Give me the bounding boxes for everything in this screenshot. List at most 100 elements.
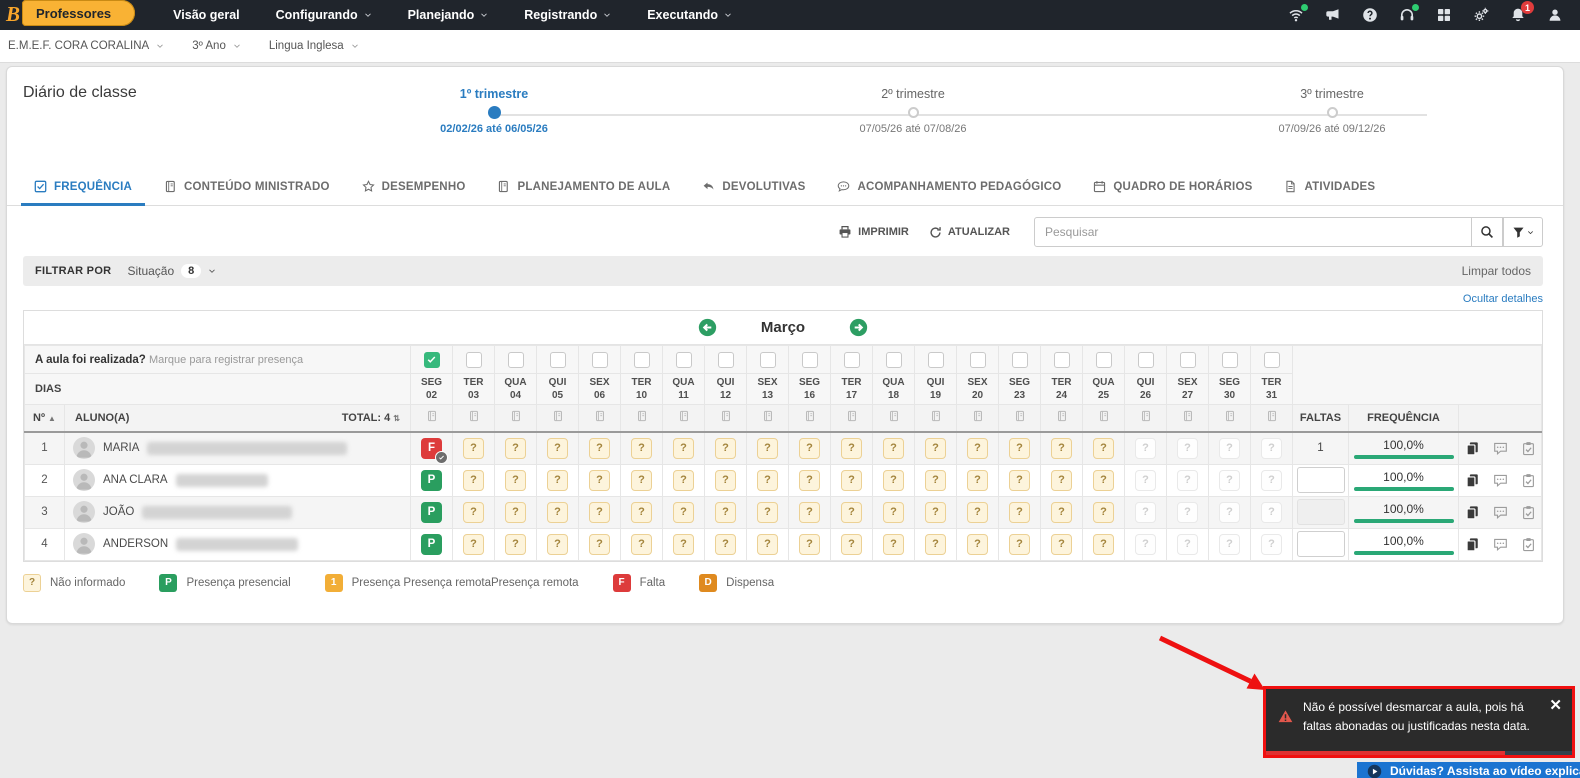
day-register-icon[interactable] [468,410,480,422]
class-held-checkbox-13[interactable] [759,351,776,368]
copy-icon[interactable] [1465,537,1480,552]
attendance-unknown-11[interactable]: ? [673,533,694,555]
class-held-checkbox-24[interactable] [1053,351,1070,368]
trimester-step-3[interactable]: 3º trimestre 07/09/26 até 09/12/26 [1202,87,1462,135]
tab-acompanhamento-pedagógico[interactable]: ACOMPANHAMENTO PEDAGÓGICO [824,170,1074,206]
attendance-unknown-12[interactable]: ? [715,533,736,555]
attendance-unknown-06[interactable]: ? [589,437,610,459]
menu-item-planejando[interactable]: Planejando [408,8,489,22]
attendance-unknown-13[interactable]: ? [757,533,778,555]
attendance-unknown-25[interactable]: ? [1093,469,1114,491]
day-register-icon[interactable] [510,410,522,422]
comment-icon[interactable] [1493,505,1508,520]
faltas-input[interactable] [1296,499,1345,525]
subject-select[interactable]: Lingua Inglesa [269,40,359,52]
copy-icon[interactable] [1465,441,1480,456]
headset-icon-button[interactable] [1398,4,1419,24]
day-register-icon[interactable] [678,410,690,422]
hide-details-link[interactable]: Ocultar detalhes [23,293,1543,305]
attendance-unknown-04[interactable]: ? [505,501,526,523]
day-register-icon[interactable] [1140,410,1152,422]
status-badge-F[interactable]: F [421,437,448,464]
attendance-unknown-12[interactable]: ? [715,469,736,491]
tab-frequência[interactable]: FREQUÊNCIA [21,170,146,206]
attendance-unknown-18[interactable]: ? [883,437,904,459]
copy-icon[interactable] [1465,473,1480,488]
status-badge-P[interactable]: P [421,501,442,523]
attendance-unknown-23[interactable]: ? [1009,437,1030,459]
day-register-icon[interactable] [552,410,564,422]
grade-select[interactable]: 3º Ano [192,40,241,52]
attendance-unknown-11[interactable]: ? [673,469,694,491]
search-button[interactable] [1472,217,1503,247]
attendance-unknown-12[interactable]: ? [715,437,736,459]
menu-item-registrando[interactable]: Registrando [524,8,611,22]
attendance-unknown-16[interactable]: ? [799,437,820,459]
faltas-input[interactable] [1296,467,1345,493]
total-sort[interactable]: TOTAL: 4 ⇅ [342,412,400,424]
attendance-unknown-19[interactable]: ? [925,469,946,491]
class-held-checkbox-31[interactable] [1263,351,1280,368]
attendance-unknown-19[interactable]: ? [925,501,946,523]
attendance-unknown-17[interactable]: ? [841,533,862,555]
refresh-button[interactable]: ATUALIZAR [929,226,1010,239]
tab-planejamento-de-aula[interactable]: PLANEJAMENTO DE AULA [484,170,683,206]
tab-quadro-de-horários[interactable]: QUADRO DE HORÁRIOS [1080,170,1265,206]
attendance-unknown-05[interactable]: ? [547,437,568,459]
day-register-icon[interactable] [1224,410,1236,422]
gears-icon-button[interactable] [1472,6,1490,24]
clipboard-check-icon[interactable] [1521,537,1536,552]
attendance-unknown-24[interactable]: ? [1051,533,1072,555]
print-button[interactable]: IMPRIMIR [838,225,909,239]
menu-item-vis-o-geral[interactable]: Visão geral [173,8,239,22]
day-register-icon[interactable] [1182,410,1194,422]
attendance-unknown-19[interactable]: ? [925,437,946,459]
attendance-unknown-17[interactable]: ? [841,437,862,459]
day-register-icon[interactable] [762,410,774,422]
school-select[interactable]: E.M.E.F. CORA CORALINA [8,40,164,52]
class-held-checkbox-02[interactable] [423,351,440,368]
attendance-unknown-04[interactable]: ? [505,533,526,555]
attendance-unknown-13[interactable]: ? [757,501,778,523]
user-icon-button[interactable] [1546,6,1564,24]
attendance-unknown-10[interactable]: ? [631,437,652,459]
attendance-unknown-25[interactable]: ? [1093,533,1114,555]
number-sort-header[interactable]: Nº ▲ [24,404,65,433]
copy-icon[interactable] [1465,505,1480,520]
class-held-checkbox-30[interactable] [1221,351,1238,368]
previous-month-button[interactable] [698,318,717,337]
class-held-checkbox-23[interactable] [1011,351,1028,368]
menu-item-executando[interactable]: Executando [647,8,732,22]
attendance-unknown-25[interactable]: ? [1093,501,1114,523]
attendance-unknown-23[interactable]: ? [1009,469,1030,491]
class-held-checkbox-27[interactable] [1179,351,1196,368]
attendance-unknown-17[interactable]: ? [841,501,862,523]
attendance-unknown-12[interactable]: ? [715,501,736,523]
attendance-unknown-20[interactable]: ? [967,501,988,523]
attendance-unknown-23[interactable]: ? [1009,501,1030,523]
help-video-banner[interactable]: Dúvidas? Assista ao vídeo explicativo [1357,762,1580,778]
comment-icon[interactable] [1493,473,1508,488]
attendance-unknown-05[interactable]: ? [547,533,568,555]
trimester-step-2[interactable]: 2º trimestre 07/05/26 até 07/08/26 [783,87,1043,135]
student-header[interactable]: ALUNO(A) TOTAL: 4 ⇅ [64,404,411,433]
attendance-unknown-25[interactable]: ? [1093,437,1114,459]
day-register-icon[interactable] [972,410,984,422]
day-register-icon[interactable] [804,410,816,422]
attendance-unknown-13[interactable]: ? [757,469,778,491]
help-icon-button[interactable] [1361,6,1379,24]
attendance-unknown-16[interactable]: ? [799,501,820,523]
professores-tab[interactable]: Professores [22,0,136,26]
tab-conteúdo-ministrado[interactable]: CONTEÚDO MINISTRADO [151,170,343,206]
megaphone-icon-button[interactable] [1324,6,1342,24]
attendance-unknown-05[interactable]: ? [547,501,568,523]
class-held-checkbox-11[interactable] [675,351,692,368]
day-register-icon[interactable] [1266,410,1278,422]
day-register-icon[interactable] [888,410,900,422]
attendance-unknown-06[interactable]: ? [589,469,610,491]
class-held-checkbox-04[interactable] [507,351,524,368]
wifi-icon-button[interactable] [1287,4,1308,24]
class-held-checkbox-06[interactable] [591,351,608,368]
day-register-icon[interactable] [930,410,942,422]
attendance-unknown-11[interactable]: ? [673,437,694,459]
